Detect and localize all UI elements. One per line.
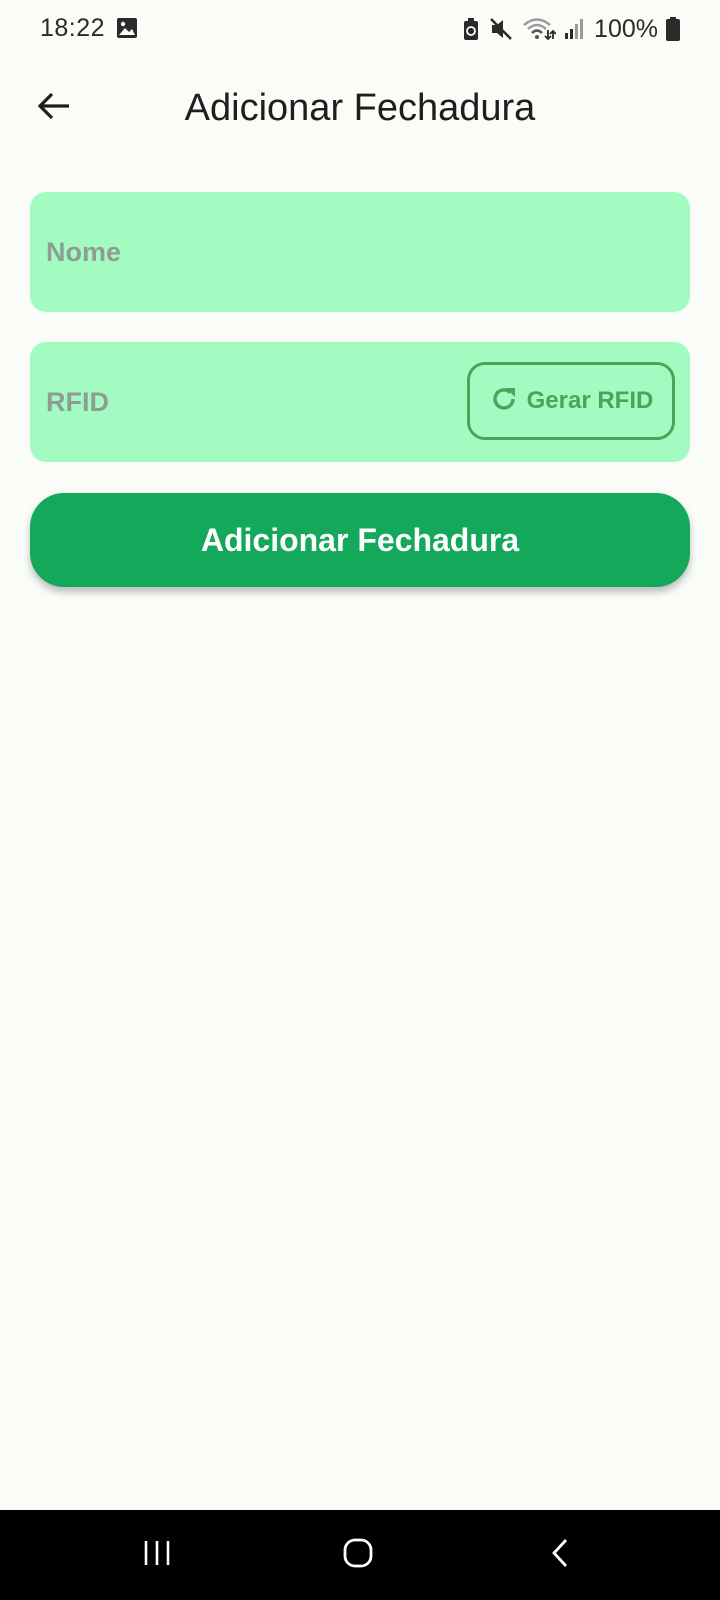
status-bar: 18:22 100% xyxy=(0,0,720,58)
back-nav-button[interactable] xyxy=(530,1530,590,1580)
home-button[interactable] xyxy=(328,1530,388,1580)
adicionar-fechadura-button[interactable]: Adicionar Fechadura xyxy=(30,493,690,587)
battery-percent: 100% xyxy=(594,14,658,43)
app-bar: Adicionar Fechadura xyxy=(0,60,720,160)
mute-icon xyxy=(488,16,514,42)
nav-bar xyxy=(0,1510,720,1600)
refresh-icon xyxy=(489,384,519,419)
nome-field[interactable] xyxy=(30,192,690,312)
battery-icon xyxy=(666,17,680,41)
adicionar-fechadura-label: Adicionar Fechadura xyxy=(200,521,520,558)
wifi-icon xyxy=(522,16,557,42)
data-saver-icon xyxy=(462,17,480,41)
gerar-rfid-button[interactable]: Gerar RFID xyxy=(467,362,675,440)
gerar-rfid-label: Gerar RFID xyxy=(526,387,654,414)
home-icon xyxy=(342,1537,374,1574)
nome-input[interactable] xyxy=(46,192,446,312)
recents-button[interactable] xyxy=(127,1530,187,1580)
rfid-input[interactable] xyxy=(46,342,446,462)
rfid-field[interactable]: Gerar RFID xyxy=(30,342,690,462)
recents-icon xyxy=(142,1539,172,1572)
back-nav-icon xyxy=(548,1537,572,1574)
status-icons: 100% xyxy=(462,14,680,44)
signal-icon xyxy=(564,18,584,40)
status-time: 18:22 xyxy=(40,14,106,42)
gallery-icon xyxy=(116,17,138,39)
page-title: Adicionar Fechadura xyxy=(184,87,536,129)
